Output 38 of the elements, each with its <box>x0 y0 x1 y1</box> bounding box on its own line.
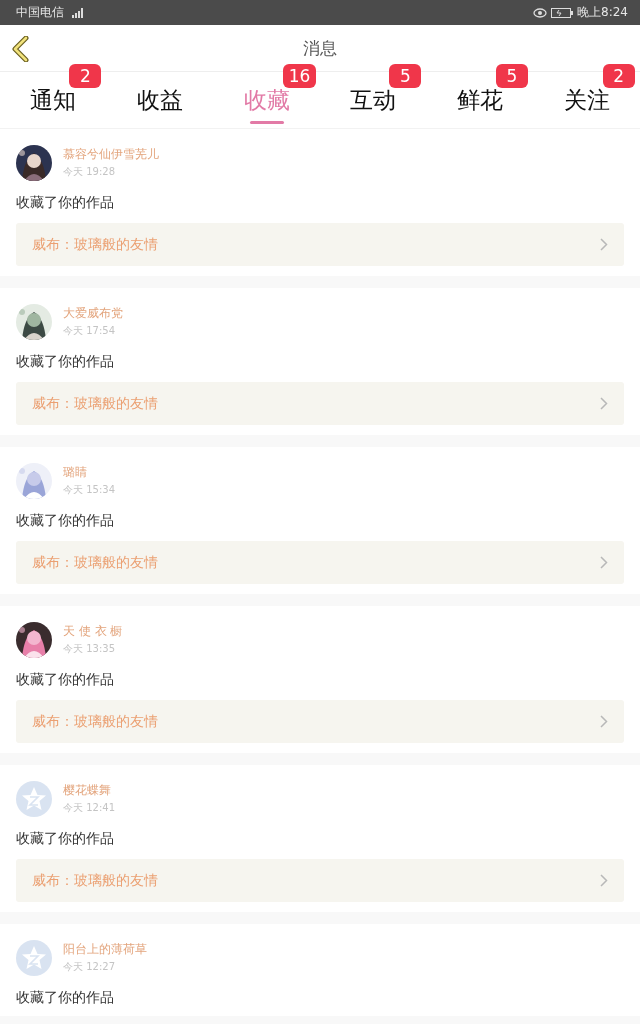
message-text: 收藏了你的作品 <box>16 830 114 847</box>
user-name[interactable]: 璐睛 <box>63 465 115 480</box>
message-text: 收藏了你的作品 <box>16 353 114 370</box>
default-avatar-icon <box>16 940 52 976</box>
default-avatar-icon <box>16 781 52 817</box>
back-icon[interactable] <box>12 36 30 62</box>
chevron-icon <box>600 238 608 251</box>
work-link[interactable]: 威布：玻璃般的友情 <box>16 859 624 902</box>
count-badge: 2 <box>602 64 635 88</box>
user-name[interactable]: 樱花蝶舞 <box>63 783 115 798</box>
count-badge: 16 <box>282 64 317 88</box>
work-link[interactable]: 威布：玻璃般的友情 <box>16 541 624 584</box>
user-name[interactable]: 大爱威布党 <box>63 306 123 321</box>
user-name[interactable]: 天 使 衣 橱 <box>63 624 123 639</box>
message-text: 收藏了你的作品 <box>16 671 114 688</box>
battery-icon <box>551 7 574 18</box>
clock-label: 晚上8:24 <box>577 4 628 21</box>
message-text: 收藏了你的作品 <box>16 989 114 1006</box>
chevron-icon <box>600 397 608 410</box>
work-link[interactable]: 威布：玻璃般的友情 <box>16 223 624 266</box>
message-text: 收藏了你的作品 <box>16 512 114 529</box>
eye-icon <box>533 7 548 18</box>
tab[interactable]: 收益 <box>137 84 183 116</box>
page-title: 消息 <box>303 36 337 60</box>
user-name[interactable]: 阳台上的薄荷草 <box>63 942 147 957</box>
count-badge: 2 <box>69 64 102 88</box>
count-badge: 5 <box>496 64 528 88</box>
signal-icon <box>70 7 84 18</box>
user-name[interactable]: 慕容兮仙伊雪芜儿 <box>63 147 159 162</box>
chevron-icon <box>600 715 608 728</box>
carrier-label: 中国电信 <box>16 4 64 21</box>
work-link[interactable]: 威布：玻璃般的友情 <box>16 382 624 425</box>
chevron-icon <box>600 874 608 887</box>
message-text: 收藏了你的作品 <box>16 194 114 211</box>
count-badge: 5 <box>389 64 422 88</box>
work-link[interactable]: 威布：玻璃般的友情 <box>16 700 624 743</box>
tab-indicator <box>249 121 284 124</box>
chevron-icon <box>600 556 608 569</box>
